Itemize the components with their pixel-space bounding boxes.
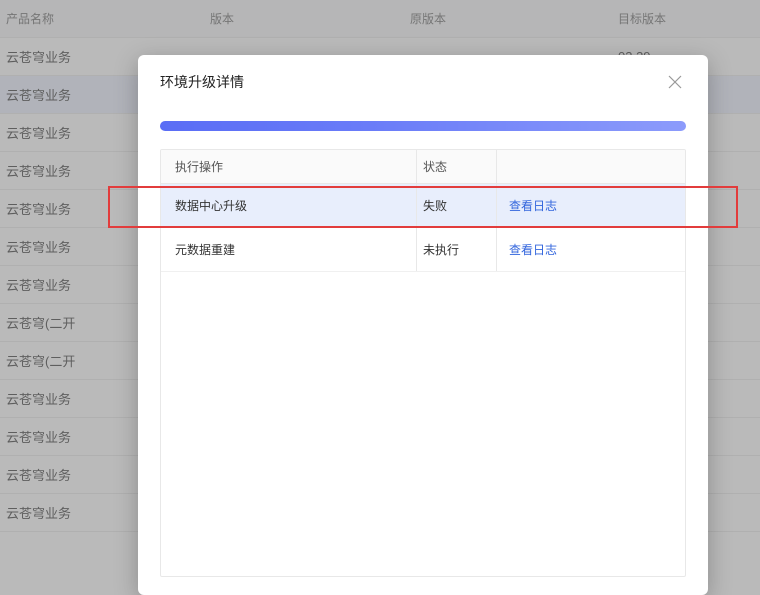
cell-status: 未执行 xyxy=(417,228,497,271)
table-header: 执行操作 状态 xyxy=(161,150,685,184)
modal-header: 环境升级详情 xyxy=(138,55,708,103)
cell-status: 失败 xyxy=(417,184,497,227)
view-log-link[interactable]: 查看日志 xyxy=(509,241,557,258)
col-status: 状态 xyxy=(417,150,497,183)
table-row: 数据中心升级失败查看日志 xyxy=(161,184,685,228)
cell-operation: 元数据重建 xyxy=(161,228,417,271)
table-row: 元数据重建未执行查看日志 xyxy=(161,228,685,272)
upgrade-detail-modal: 环境升级详情 执行操作 状态 数据中心升级失败查看日志元数据重建未执行查看日志 xyxy=(138,55,708,595)
col-operation: 执行操作 xyxy=(161,150,417,183)
cell-operation: 数据中心升级 xyxy=(161,184,417,227)
progress-container xyxy=(138,103,708,143)
view-log-link[interactable]: 查看日志 xyxy=(509,197,557,214)
modal-title: 环境升级详情 xyxy=(160,72,244,92)
close-icon[interactable] xyxy=(664,71,686,93)
cell-action: 查看日志 xyxy=(497,184,685,227)
progress-bar xyxy=(160,121,686,131)
col-action xyxy=(497,150,685,183)
cell-action: 查看日志 xyxy=(497,228,685,271)
operations-table: 执行操作 状态 数据中心升级失败查看日志元数据重建未执行查看日志 xyxy=(160,149,686,577)
